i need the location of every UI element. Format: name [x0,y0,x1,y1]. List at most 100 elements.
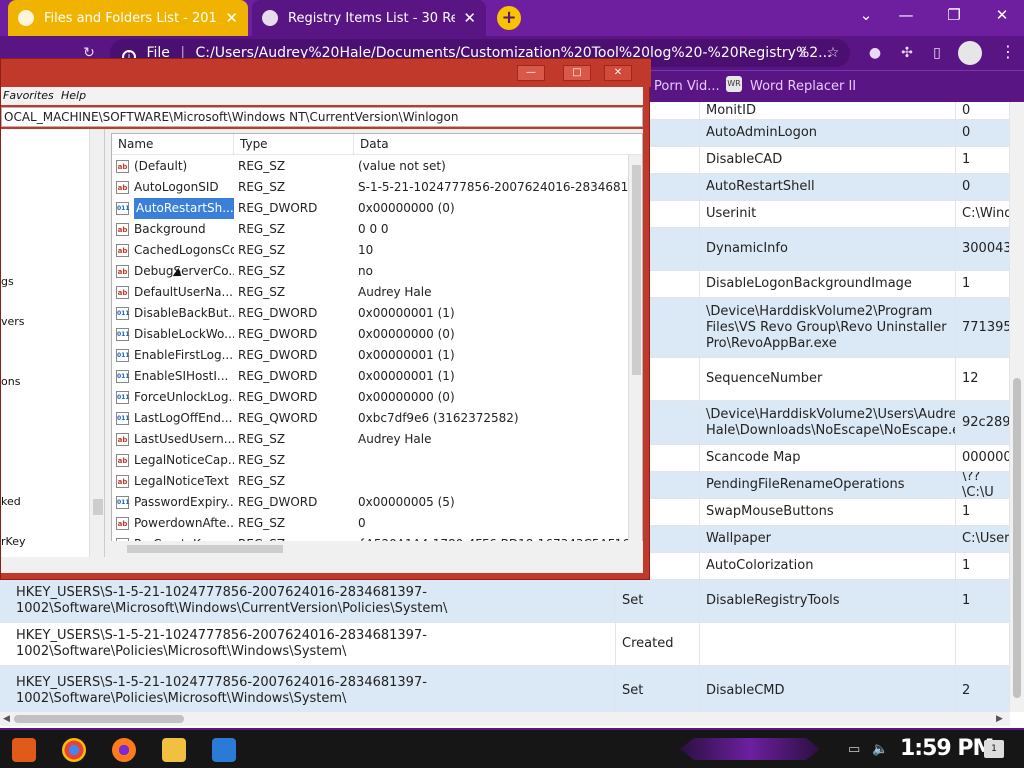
list-horizontal-scrollbar[interactable] [111,541,643,557]
tree-item[interactable]: gs [1,275,14,288]
list-vertical-scrollbar[interactable] [628,155,642,556]
value-name-cell: DynamicInfo [700,228,956,270]
list-item[interactable]: 011 AutoRestartSh... REG_DWORD 0x00000000 (… [112,198,628,219]
chrome-icon[interactable] [62,738,86,762]
close-button[interactable]: ✕ [982,0,1022,32]
menu-favorites[interactable]: Favorites [3,89,54,102]
string-value-icon: ab [116,160,129,173]
sidepanel-icon[interactable]: ▯ [928,44,946,62]
scrollbar-thumb[interactable] [632,165,641,375]
network-icon[interactable]: ▭ [848,742,860,757]
list-item[interactable]: ab LegalNoticeCap... REG_SZ [112,450,628,471]
list-item[interactable]: ab DebugServerCo... REG_SZ no [112,261,628,282]
column-header-type[interactable]: Type [234,134,354,155]
new-tab-button[interactable]: + [497,6,521,30]
page-vertical-scrollbar[interactable] [1010,102,1024,712]
list-item[interactable]: ab Background REG_SZ 0 0 0 [112,219,628,240]
value-data: 0x00000001 (1) [358,369,455,383]
list-item[interactable]: 011 DisableLockWo... REG_DWORD 0x00000000 (… [112,324,628,345]
minimize-button[interactable]: — [886,0,926,32]
string-value-icon: ab [116,454,129,467]
value-name: 011 EnableSIHostI... [116,366,234,387]
kebab-menu-icon[interactable]: ⋮ [1000,42,1016,61]
list-item[interactable]: ab LegalNoticeText REG_SZ [112,471,628,492]
file-explorer-icon[interactable] [162,738,186,762]
close-icon[interactable]: ✕ [463,9,476,27]
close-icon[interactable]: ✕ [225,9,238,27]
notification-icon[interactable]: 1 [984,740,1004,758]
list-item[interactable]: ab LastUsedUsern... REG_SZ Audrey Hale [112,429,628,450]
taskbar-clock[interactable]: 1:59 PM [900,736,994,761]
value-data-cell: 0 [956,120,1010,146]
star-icon[interactable]: ☆ [824,44,842,62]
binary-value-icon: 011 [116,496,130,509]
binary-value-icon: 011 [116,412,130,425]
value-data-cell: 12 [956,358,1010,400]
maximize-button[interactable]: ❐ [934,0,974,32]
value-name-cell: SequenceNumber [700,358,956,400]
bookmark-porn-vid[interactable]: Porn Vid... [654,79,720,94]
value-name-cell: AutoRestartShell [700,174,956,200]
scroll-left-icon[interactable]: ◀ [3,712,10,726]
page-horizontal-scrollbar[interactable]: ◀ ▶ [0,712,1010,726]
registry-address-bar[interactable]: OCAL_MACHINE\SOFTWARE\Microsoft\Windows … [1,107,643,127]
puzzle-icon[interactable]: ✣ [898,44,916,62]
string-value-icon: ab [116,517,129,530]
value-name-label: Background [134,222,206,236]
list-item[interactable]: ab (Default) REG_SZ (value not set) [112,156,628,177]
value-data: no [358,264,373,278]
close-button[interactable]: ✕ [604,65,632,81]
list-item[interactable]: ab AutoLogonSID REG_SZ S-1-5-21-1024777856-… [112,177,628,198]
globe-icon [18,10,34,26]
tree-item[interactable]: rKey [1,535,25,548]
value-name-label: AutoLogonSID [134,180,219,194]
string-value-icon: ab [116,181,129,194]
scrollbar-thumb[interactable] [14,715,184,723]
tree-item[interactable]: ked [1,495,21,508]
volume-icon[interactable]: 🔈 [872,742,888,757]
list-item[interactable]: 011 DisableBackBut... REG_DWORD 0x00000001 … [112,303,628,324]
value-data-cell: \??\C:\U [956,472,1010,498]
start-icon[interactable] [12,738,36,762]
column-header-name[interactable]: Name [112,134,234,155]
value-name: ab PowerdownAfte... [116,513,234,534]
list-item[interactable]: 011 LastLogOffEnd... REG_QWORD 0xbc7df9e6 (… [112,408,628,429]
registry-menubar: Favorites Help [1,87,643,105]
value-data-cell: 7713955 [956,298,1010,357]
value-name-label: LastUsedUsern... [134,432,234,446]
extension-avatar-icon[interactable]: ● [866,44,884,62]
scrollbar-thumb[interactable] [1013,378,1021,698]
scrollbar-thumb[interactable] [127,545,283,553]
list-item[interactable]: 011 EnableSIHostI... REG_DWORD 0x00000001 (… [112,366,628,387]
registry-editor-titlebar[interactable]: — □ ✕ [1,59,651,87]
maximize-button[interactable]: □ [563,65,591,81]
list-item[interactable]: ab DefaultUserNa... REG_SZ Audrey Hale [112,282,628,303]
firefox-icon[interactable] [112,738,136,762]
tab-registry-items[interactable]: Registry Items List - 30 Regist ✕ [252,0,486,36]
value-data-cell: 0000000 [956,445,1010,471]
registry-editor-icon[interactable] [212,738,236,762]
profile-avatar[interactable] [958,41,982,65]
scrollbar-thumb[interactable] [93,499,103,515]
tree-vertical-scrollbar[interactable] [89,129,104,557]
list-item[interactable]: ab CachedLogonsCo... REG_SZ 10 [112,240,628,261]
tree-item[interactable]: ons [1,375,20,388]
menu-help[interactable]: Help [61,89,86,102]
list-item[interactable]: 011 EnableFirstLog... REG_DWORD 0x00000001 … [112,345,628,366]
chevron-down-icon[interactable]: ⌄ [846,0,886,32]
list-item[interactable]: ab PowerdownAfte... REG_SZ 0 [112,513,628,534]
value-data-cell: 0 [956,102,1010,119]
share-icon[interactable]: ⇪ [794,44,812,62]
minimize-button[interactable]: — [517,65,545,81]
tab-files-and-folders[interactable]: Files and Folders List - 201 Fil ✕ [8,0,248,36]
column-header-data[interactable]: Data [354,134,628,155]
action-cell: Created [616,623,700,665]
scroll-right-icon[interactable]: ▶ [996,712,1003,726]
tree-item[interactable]: vers [1,315,25,328]
action-cell: Set [616,580,700,622]
taskbar-decoration [680,738,820,760]
list-item[interactable]: 011 ForceUnlockLog... REG_DWORD 0x00000000 … [112,387,628,408]
bookmark-word-replacer[interactable]: Word Replacer II [750,79,856,94]
list-item[interactable]: 011 PasswordExpiry... REG_DWORD 0x00000005 … [112,492,628,513]
value-type: REG_DWORD [238,306,318,320]
